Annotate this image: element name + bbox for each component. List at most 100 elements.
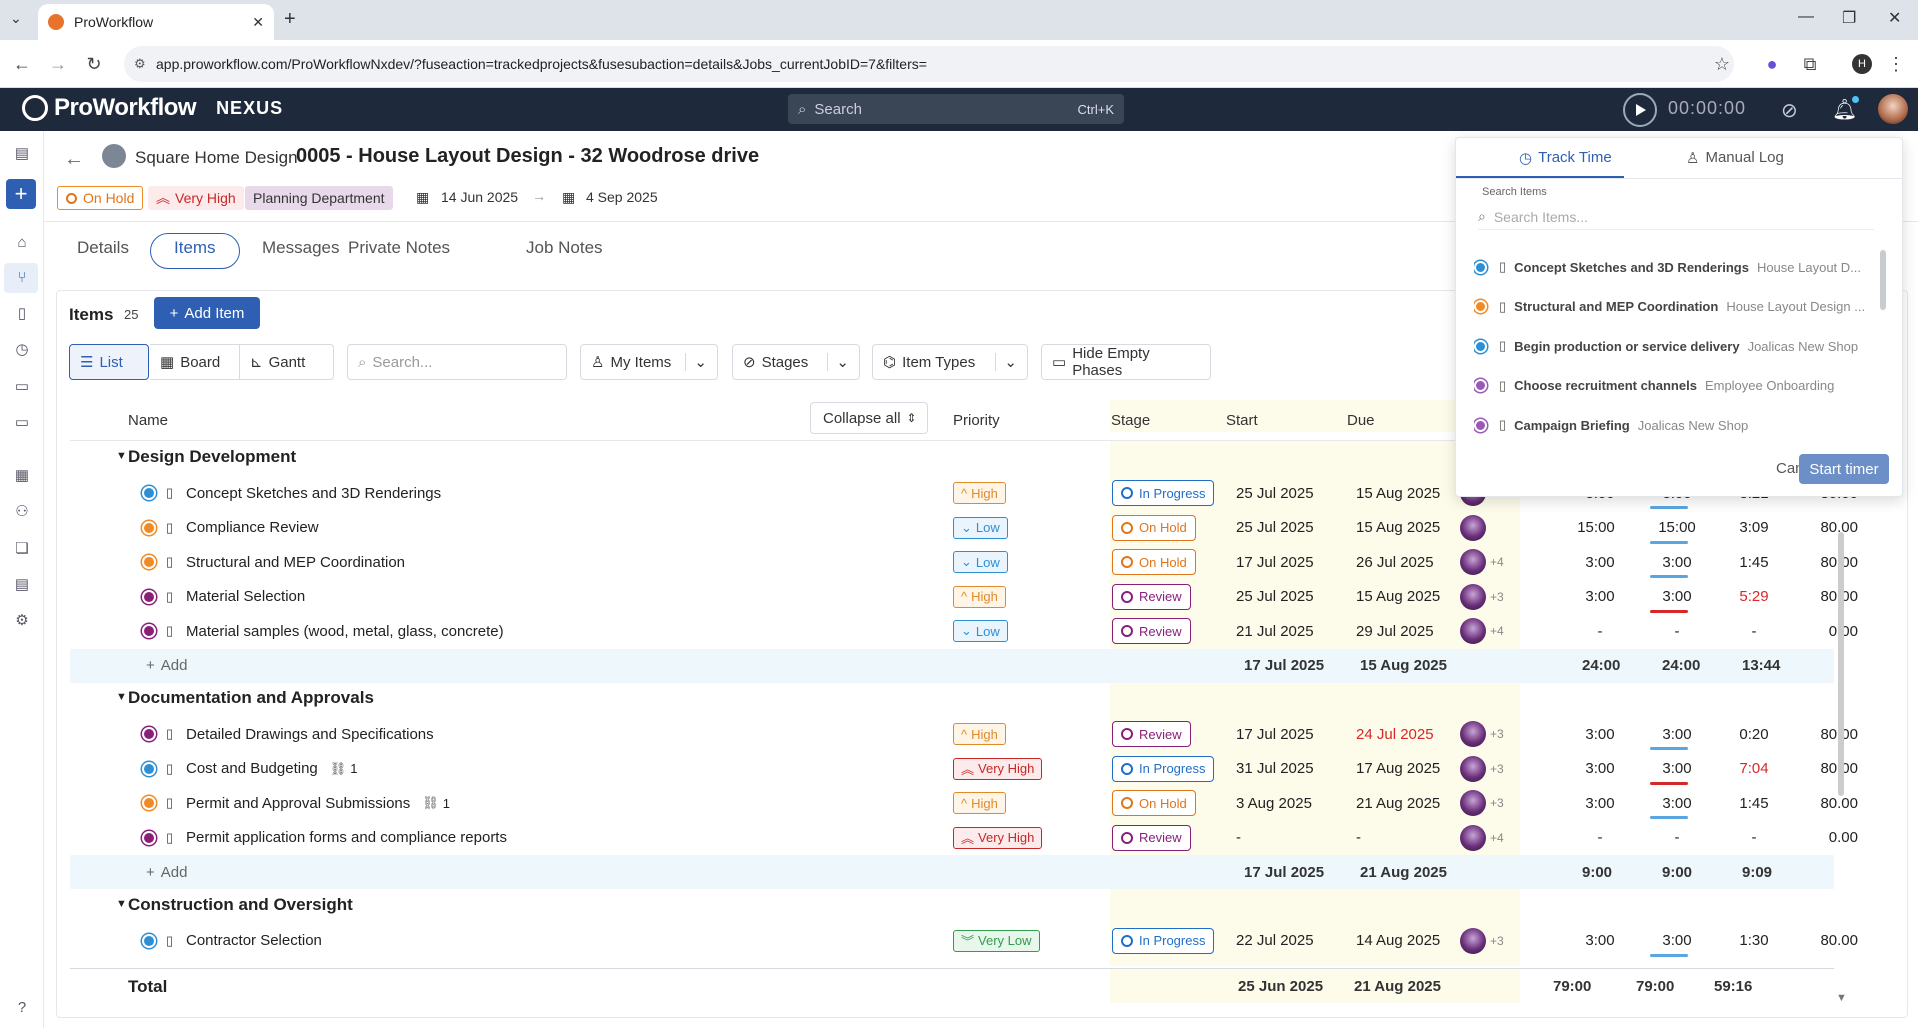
quotes-icon[interactable]: ▭ bbox=[13, 414, 31, 432]
assignees[interactable]: +3 bbox=[1460, 580, 1504, 614]
chevron-down-icon[interactable]: ⌄ bbox=[685, 353, 707, 371]
reload-icon[interactable]: ↻ bbox=[84, 54, 104, 74]
site-info-icon[interactable]: ⚙ bbox=[134, 56, 146, 72]
status-dot[interactable] bbox=[142, 830, 156, 845]
address-bar[interactable]: ⚙ app.proworkflow.com/ProWorkflowNxdev/?… bbox=[124, 46, 1734, 82]
profile-avatar-icon[interactable]: H bbox=[1852, 54, 1872, 74]
stage-badge[interactable]: In Progress bbox=[1112, 755, 1215, 782]
start-date[interactable]: 22 Jul 2025 bbox=[1236, 924, 1314, 958]
start-date[interactable]: 17 Jul 2025 bbox=[1236, 717, 1314, 751]
stage-badge[interactable]: Review bbox=[1112, 721, 1191, 747]
table-row[interactable]: ▯ Permit application forms and compliance… bbox=[70, 821, 1858, 855]
close-window-icon[interactable]: ✕ bbox=[1888, 8, 1901, 28]
status-dot[interactable] bbox=[142, 589, 156, 604]
chevron-down-icon[interactable]: ⌄ bbox=[995, 353, 1017, 371]
start-timer-button[interactable]: Start timer bbox=[1799, 454, 1889, 484]
status-dot[interactable] bbox=[142, 486, 156, 500]
popup-scrollbar[interactable] bbox=[1880, 250, 1886, 310]
item-name[interactable]: Material samples (wood, metal, glass, co… bbox=[186, 614, 504, 648]
popup-item[interactable]: ▯ Concept Sketches and 3D Renderings House… bbox=[1474, 248, 1874, 286]
stage-badge[interactable]: On Hold bbox=[1112, 790, 1196, 816]
due-date[interactable]: 26 Jul 2025 bbox=[1356, 545, 1434, 579]
priority-badge[interactable]: ^ High bbox=[953, 792, 1006, 814]
close-tab-icon[interactable]: ✕ bbox=[252, 14, 264, 31]
item-name[interactable]: Permit application forms and compliance … bbox=[186, 821, 507, 855]
group-header[interactable]: ▼ Design Development bbox=[116, 447, 296, 467]
due-date[interactable]: 15 Aug 2025 bbox=[1356, 476, 1440, 510]
view-list-button[interactable]: ☰ List bbox=[69, 344, 149, 380]
table-row[interactable]: ▯ Material samples (wood, metal, glass, c… bbox=[70, 614, 1858, 648]
visibility-off-icon[interactable]: ⊘ bbox=[1781, 98, 1798, 123]
start-date[interactable]: 25 Jul 2025 bbox=[1236, 511, 1314, 545]
status-dot[interactable] bbox=[142, 796, 156, 810]
new-tab-icon[interactable]: + bbox=[284, 8, 296, 31]
app-logo[interactable]: ProWorkflow NEXUS bbox=[22, 94, 283, 122]
table-row[interactable]: ▯ Compliance Review ⌄ Low On Hold 25 Jul 2025… bbox=[70, 511, 1858, 545]
due-date[interactable]: - bbox=[1356, 821, 1361, 855]
items-search-input[interactable]: ⌕ Search... bbox=[347, 344, 567, 380]
tab-job-notes[interactable]: Job Notes bbox=[526, 238, 603, 258]
priority-badge[interactable]: ⌄ Low bbox=[953, 551, 1008, 573]
item-name[interactable]: Cost and Budgeting ⛓ 1 bbox=[186, 752, 358, 786]
caret-down-icon[interactable]: ▼ bbox=[116, 450, 127, 462]
assignees[interactable]: +4 bbox=[1460, 614, 1504, 648]
item-name[interactable]: Contractor Selection bbox=[186, 924, 322, 958]
col-header-name[interactable]: Name bbox=[128, 412, 168, 429]
item-name[interactable]: Permit and Approval Submissions ⛓ 1 bbox=[186, 786, 450, 820]
status-dot[interactable] bbox=[142, 933, 156, 948]
user-avatar[interactable] bbox=[1878, 94, 1908, 124]
minimize-window-icon[interactable]: — bbox=[1798, 8, 1814, 26]
col-header-stage[interactable]: Stage bbox=[1111, 412, 1150, 429]
due-date[interactable]: 14 Aug 2025 bbox=[1356, 924, 1440, 958]
tasks-clipboard-icon[interactable]: ▯ bbox=[13, 305, 31, 323]
invoices-icon[interactable]: ▭ bbox=[13, 378, 31, 396]
add-row-button[interactable]: + Add bbox=[146, 855, 187, 889]
assignees[interactable]: +3 bbox=[1460, 752, 1504, 786]
item-name[interactable]: Material Selection bbox=[186, 580, 305, 614]
status-dot[interactable] bbox=[142, 761, 156, 776]
due-date[interactable]: 15 Aug 2025 bbox=[1356, 580, 1440, 614]
group-header[interactable]: ▼ Construction and Oversight bbox=[116, 895, 353, 915]
col-header-due[interactable]: Due bbox=[1347, 412, 1375, 429]
col-header-priority[interactable]: Priority bbox=[953, 412, 1000, 429]
quick-add-button[interactable]: + bbox=[6, 179, 36, 209]
back-arrow-icon[interactable]: ← bbox=[64, 148, 84, 171]
job-priority-pill[interactable]: ︽ Very High bbox=[148, 186, 244, 210]
home-icon[interactable]: ⌂ bbox=[13, 234, 31, 252]
view-board-button[interactable]: ▦ Board bbox=[150, 344, 240, 380]
priority-badge[interactable]: ︽ Very High bbox=[953, 757, 1043, 780]
stage-badge[interactable]: Review bbox=[1112, 824, 1191, 851]
due-date[interactable]: 29 Jul 2025 bbox=[1356, 614, 1434, 648]
popup-tab-track-time[interactable]: ◷ Track Time bbox=[1519, 149, 1612, 167]
view-gantt-button[interactable]: ⊾ Gantt bbox=[240, 344, 334, 380]
status-dot[interactable] bbox=[142, 555, 156, 569]
my-items-filter[interactable]: ♙ My Items ⌄ bbox=[580, 344, 718, 380]
status-dot[interactable] bbox=[142, 727, 156, 741]
start-date[interactable]: 25 Jul 2025 bbox=[1236, 580, 1314, 614]
table-row[interactable]: ▯ Contractor Selection ︾ Very Low In Progres… bbox=[70, 924, 1858, 958]
stage-badge[interactable]: In Progress bbox=[1112, 480, 1215, 506]
due-date[interactable]: 15 Aug 2025 bbox=[1356, 511, 1440, 545]
due-date[interactable]: 24 Jul 2025 bbox=[1356, 717, 1434, 751]
priority-badge[interactable]: ^ High bbox=[953, 482, 1006, 504]
tab-messages[interactable]: Messages bbox=[262, 238, 339, 258]
scroll-down-arrow-icon[interactable]: ▼ bbox=[1836, 992, 1847, 1004]
stage-badge[interactable]: On Hold bbox=[1112, 514, 1196, 541]
play-timer-button[interactable] bbox=[1623, 93, 1657, 127]
start-date[interactable]: 17 Jul 2025 bbox=[1236, 545, 1314, 579]
item-name[interactable]: Concept Sketches and 3D Renderings bbox=[186, 476, 441, 510]
assignees[interactable]: +3 bbox=[1460, 924, 1504, 958]
assignees[interactable]: +4 bbox=[1460, 545, 1504, 579]
table-scrollbar[interactable] bbox=[1838, 532, 1844, 796]
priority-badge[interactable]: ^ High bbox=[953, 723, 1006, 745]
table-row[interactable]: ▯ Structural and MEP Coordination ⌄ Low On H… bbox=[70, 545, 1858, 579]
extension-icon[interactable]: ● bbox=[1762, 54, 1782, 74]
bookmark-star-icon[interactable]: ☆ bbox=[1712, 54, 1732, 74]
popup-item[interactable]: ▯ Choose recruitment channels Employee Onb… bbox=[1474, 367, 1874, 405]
start-date[interactable]: 21 Jul 2025 bbox=[1236, 614, 1314, 648]
assignees[interactable]: +4 bbox=[1460, 821, 1504, 855]
priority-badge[interactable]: ⌄ Low bbox=[953, 620, 1008, 642]
table-row[interactable]: ▯ Cost and Budgeting ⛓ 1 ︽ Very High In Progre… bbox=[70, 752, 1858, 786]
job-status-pill[interactable]: On Hold bbox=[57, 186, 144, 210]
tab-details[interactable]: Details bbox=[77, 238, 129, 258]
